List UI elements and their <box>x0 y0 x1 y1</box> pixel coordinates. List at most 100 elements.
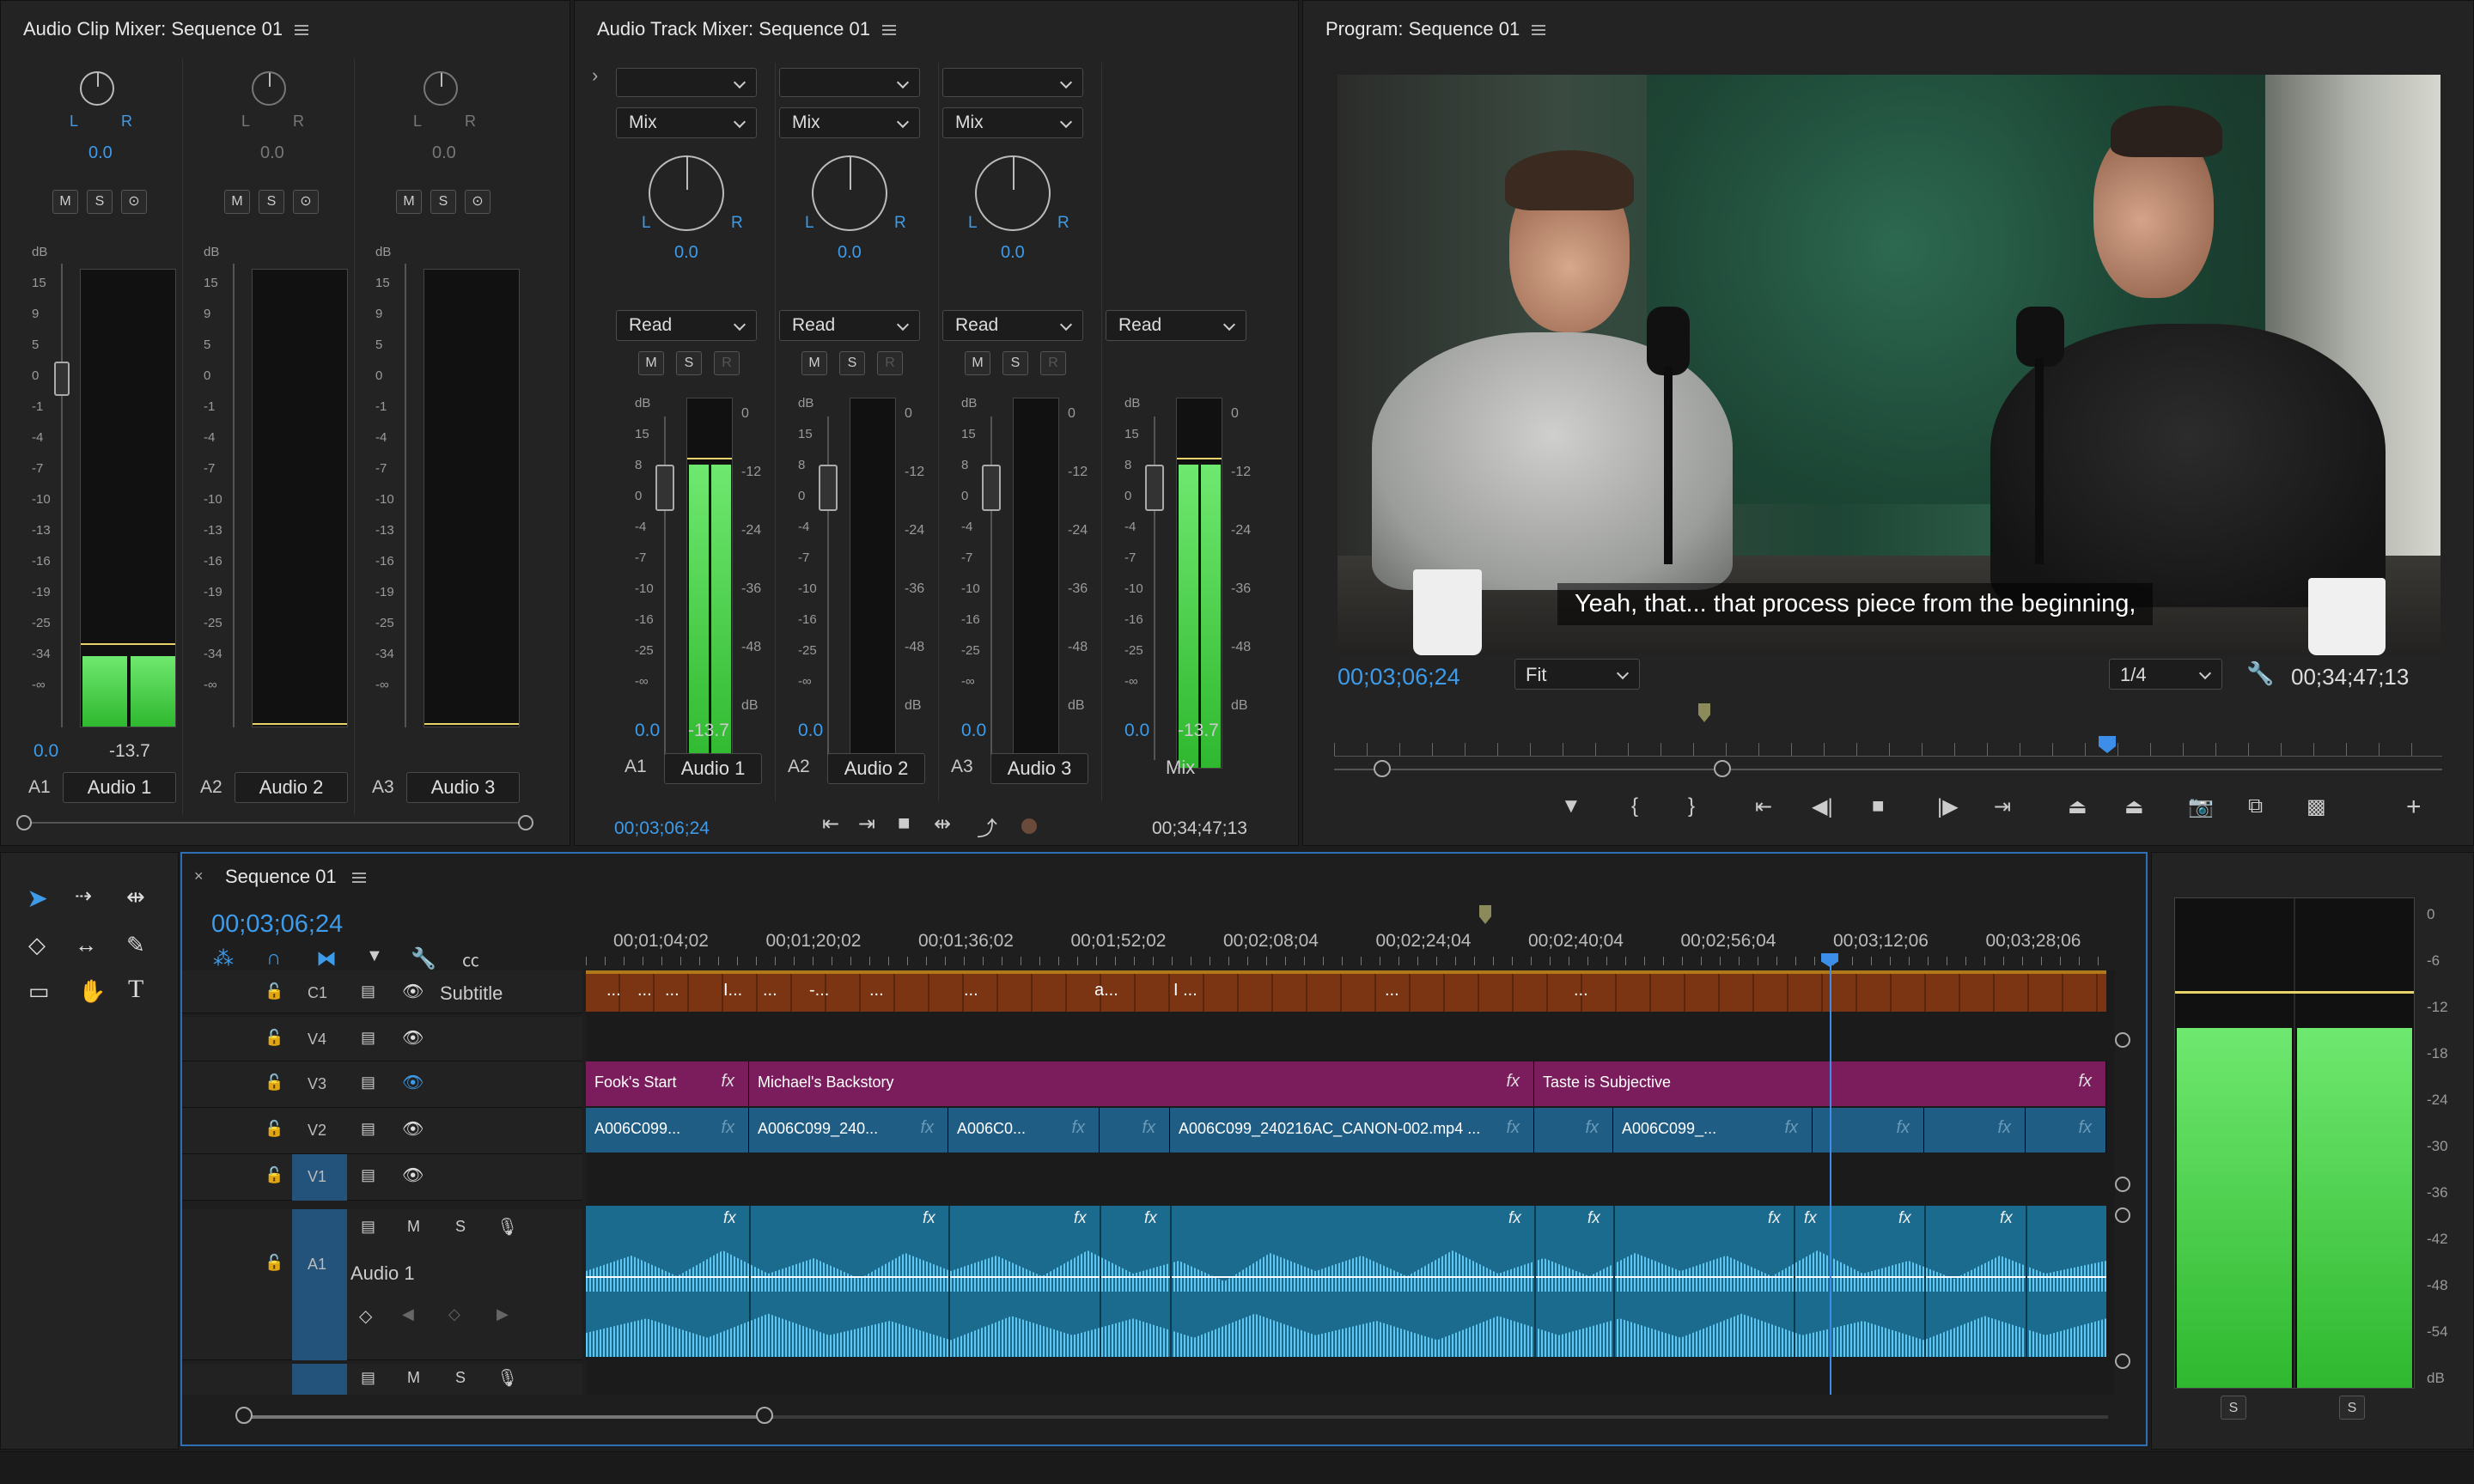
fx-badge[interactable]: fx <box>1898 1209 1911 1228</box>
track-id[interactable]: A1 <box>308 1256 326 1274</box>
mute-button[interactable]: M <box>965 351 990 375</box>
keyframe-button[interactable]: ⊙ <box>465 190 491 214</box>
toggle-sync-lock-icon[interactable]: ▤ <box>361 1166 375 1184</box>
automation-mode-dropdown[interactable]: Read <box>942 310 1083 341</box>
track-area[interactable]: ......... I...... -......... a... I ........… <box>586 962 2130 1395</box>
toggle-sync-lock-icon[interactable]: ▤ <box>361 1218 375 1236</box>
volume-keyframe-line[interactable] <box>586 1276 2106 1278</box>
eye-icon[interactable]: 👁 <box>402 1165 424 1186</box>
add-marker-icon[interactable]: ▼ <box>1561 794 1581 818</box>
mute-track-button[interactable]: M <box>407 1369 420 1387</box>
track-mixer-timecode-in[interactable]: 00;03;06;24 <box>614 818 710 839</box>
eye-hidden-icon[interactable]: 👁 <box>402 1072 424 1093</box>
fx-badge[interactable]: fx <box>1804 1209 1817 1228</box>
h-scroll-right-handle[interactable] <box>756 1407 773 1424</box>
selection-tool-icon[interactable]: ➤ <box>27 884 48 914</box>
fx-badge[interactable]: fx <box>721 1118 734 1138</box>
track-mixer-menu-icon[interactable] <box>882 25 896 35</box>
linked-selection-icon[interactable]: ⧓ <box>316 946 337 971</box>
keyframe-button[interactable]: ⊙ <box>293 190 319 214</box>
solo-button[interactable]: S <box>1002 351 1028 375</box>
track-target[interactable] <box>292 1364 347 1395</box>
subtitle-clip[interactable]: I ... <box>1173 981 1197 1000</box>
clip-mixer-menu-icon[interactable] <box>295 25 308 35</box>
razor-tool-icon[interactable]: ◇ <box>28 932 46 958</box>
s-button[interactable]: S <box>430 190 456 214</box>
toggle-sync-lock-icon[interactable]: ▤ <box>361 982 375 1000</box>
button-editor-add-icon[interactable]: + <box>2406 793 2422 822</box>
volume-fader-handle[interactable] <box>819 465 838 511</box>
volume-value[interactable]: 0.0 <box>1124 721 1149 741</box>
track-target[interactable] <box>292 1209 347 1360</box>
go-to-in-icon[interactable]: ⇤ <box>1755 794 1772 819</box>
subtitle-clip[interactable]: ... <box>869 981 884 1000</box>
fx-badge[interactable]: fx <box>1997 1118 2011 1138</box>
record-icon[interactable] <box>1021 818 1037 834</box>
audio-clip-edge[interactable] <box>1100 1206 1101 1357</box>
playback-resolution-dropdown[interactable]: 1/4 <box>2109 659 2222 690</box>
program-ruler[interactable] <box>1334 743 2442 757</box>
solo-track-button[interactable]: S <box>455 1218 466 1236</box>
timeline-settings-icon[interactable]: 🔧 <box>411 946 436 971</box>
v2-clip[interactable]: fx <box>1924 1108 2026 1153</box>
volume-value[interactable]: 0.0 <box>798 721 823 741</box>
subtitle-clip[interactable]: ... <box>1385 981 1399 1000</box>
audio-scroll-handle-bottom[interactable] <box>2115 1353 2130 1369</box>
v3-clip[interactable]: Fook's Start fx <box>586 1061 749 1106</box>
lock-icon[interactable]: 🔓 <box>265 1120 283 1138</box>
pen-tool-icon[interactable]: ✎ <box>126 932 145 958</box>
lock-icon[interactable]: 🔓 <box>265 1029 283 1047</box>
toggle-sync-lock-icon[interactable]: ▤ <box>361 1029 375 1047</box>
slip-tool-icon[interactable]: ↔ <box>75 932 97 958</box>
sequence-tab[interactable]: Sequence 01 <box>225 866 337 888</box>
automation-mode-dropdown[interactable]: Read <box>1106 310 1246 341</box>
audio-clip-edge[interactable] <box>1794 1206 1795 1357</box>
volume-value[interactable]: 0.0 <box>961 721 986 741</box>
subtitle-clip[interactable]: ... <box>637 981 652 1000</box>
pan-knob[interactable] <box>252 71 286 106</box>
step-forward-icon[interactable]: |▶ <box>1937 794 1959 819</box>
v2-clip[interactable]: A006C0... fx <box>948 1108 1100 1153</box>
volume-fader-handle[interactable] <box>1145 465 1164 511</box>
clip-mixer-scrollbar[interactable] <box>18 822 530 824</box>
go-to-out-icon[interactable]: ⇥ <box>858 812 875 836</box>
keyframe-diamond-icon[interactable]: ◇ <box>359 1305 372 1327</box>
sequence-menu-icon[interactable] <box>352 873 366 883</box>
program-menu-icon[interactable] <box>1532 25 1545 35</box>
nest-icon[interactable]: ⁂ <box>213 946 234 971</box>
subtitle-clip[interactable]: a... <box>1094 981 1118 1000</box>
toggle-sync-lock-icon[interactable]: ▤ <box>361 1369 375 1387</box>
rectangle-tool-icon[interactable]: ▭ <box>28 978 50 1005</box>
add-marker-icon[interactable]: ▼ <box>366 946 383 966</box>
fx-badge[interactable]: fx <box>1896 1118 1910 1138</box>
s-button[interactable]: S <box>87 190 113 214</box>
go-to-out-icon[interactable]: ⇥ <box>1994 794 2011 819</box>
lock-icon[interactable]: 🔓 <box>265 1254 283 1272</box>
stop-icon[interactable]: ■ <box>898 812 911 836</box>
close-tab-icon[interactable]: × <box>194 867 204 885</box>
subtitle-clip[interactable]: ... <box>606 981 621 1000</box>
solo-left-button[interactable]: S <box>2221 1396 2246 1420</box>
audio-clip-edge[interactable] <box>1924 1206 1926 1357</box>
fx-badge[interactable]: fx <box>1074 1209 1087 1228</box>
effects-dropdown[interactable] <box>616 68 757 97</box>
prev-keyframe-icon[interactable]: ◀ <box>402 1305 414 1323</box>
subtitle-clip[interactable]: ... <box>665 981 679 1000</box>
fx-badge[interactable]: fx <box>920 1118 934 1138</box>
timeline-timecode[interactable]: 00;03;06;24 <box>211 910 343 939</box>
subtitle-track-clips[interactable]: ......... I...... -......... a... I ........… <box>586 970 2106 1012</box>
effects-dropdown[interactable] <box>779 68 920 97</box>
add-keyframe-icon[interactable]: ◇ <box>448 1305 460 1323</box>
v3-clip[interactable]: Taste is Subjective fx <box>1534 1061 2106 1106</box>
video-scroll-handle-bottom[interactable] <box>2115 1177 2130 1192</box>
v2-clip[interactable]: A006C099_... fx <box>1613 1108 1813 1153</box>
record-button[interactable]: R <box>1040 351 1066 375</box>
zoom-bar-right-handle[interactable] <box>1714 760 1731 777</box>
clip-mixer-scroll-left-handle[interactable] <box>16 815 32 830</box>
fx-badge[interactable]: fx <box>723 1209 736 1228</box>
v2-clip[interactable]: A006C099... fx <box>586 1108 749 1153</box>
v2-clip[interactable]: fx <box>1534 1108 1613 1153</box>
eye-icon[interactable]: 👁 <box>402 1027 424 1049</box>
m-button[interactable]: M <box>52 190 78 214</box>
track-id[interactable]: V1 <box>308 1168 326 1186</box>
